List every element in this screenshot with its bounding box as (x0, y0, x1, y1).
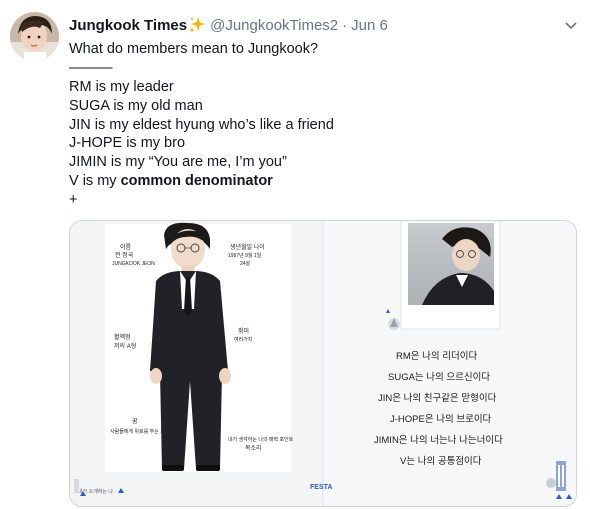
charm-value: 목소리 (245, 444, 262, 452)
display-name[interactable]: Jungkook Times (69, 17, 187, 34)
birthday-value: 1997년 9월 1일 (228, 252, 262, 259)
user-handle[interactable]: @JungkookTimes2 (210, 17, 338, 34)
tweet-line: SUGA is my old man (69, 97, 203, 114)
name-ko: 전 정국 (115, 251, 134, 259)
note-line: RM은 나의 리더이다 (396, 351, 477, 362)
tweet-line: + (69, 192, 78, 209)
name-en: JUNGKOOK JEON (112, 261, 155, 267)
tweet-line: JIN is my eldest hyung who’s like a frie… (69, 116, 334, 133)
polaroid-photo (400, 221, 501, 330)
note-line: SUGA는 나의 으르신이다 (388, 372, 490, 383)
tweet-line: V is my common denominator (69, 173, 273, 190)
festa-logo: FESTA (310, 484, 332, 491)
note-line: JIMIN은 나의 너는나 나는너이다 (374, 435, 503, 446)
tweet-date[interactable]: Jun 6 (351, 17, 388, 34)
tweet-text: What do members mean to Jungkook? ——— RM… (69, 40, 569, 210)
tweet-line: JIMIN is my “You are me, I’m you” (69, 154, 287, 171)
hobby-value: 여러가지 (234, 336, 252, 343)
note-line: JIN은 나의 친구같은 맏형이다 (378, 392, 497, 404)
bold-phrase: common denominator (120, 173, 273, 190)
hobby-label: 취미 (238, 327, 249, 335)
dream-value: 사람들에게 위로를 주는 가수 (110, 428, 170, 435)
blood-value: 저의 A형 (114, 342, 136, 350)
tweet-header: Jungkook Times @JungkookTimes2 · Jun 6 (69, 14, 580, 36)
avatar[interactable] (10, 12, 59, 61)
name-label: 이름 (120, 243, 132, 251)
left-page: 이름 전 정국 JUNGKOOK JEON 생년월일 나이 1997년 9월 1… (74, 222, 294, 496)
sparkles-icon (188, 16, 206, 34)
tweet-line: What do members mean to Jungkook? (69, 41, 319, 57)
blood-label: 혈액형 (114, 333, 131, 341)
more-options-caret-icon[interactable] (564, 18, 578, 30)
dream-label: 꿈 (132, 418, 138, 425)
note-line: J-HOPE은 나의 브로이다 (390, 414, 492, 425)
tweet-line: J-HOPE is my bro (69, 135, 186, 152)
birthday-label: 생년월일 나이 (230, 243, 265, 251)
note-line: V는 나의 공통점이다 (400, 455, 482, 467)
tweet[interactable]: Jungkook Times @JungkookTimes2 · Jun 6 W… (0, 0, 590, 509)
tweet-line: ——— (69, 59, 113, 76)
tweet-media-image[interactable]: 이름 전 정국 JUNGKOOK JEON 생년월일 나이 1997년 9월 1… (69, 220, 577, 507)
tweet-line: RM is my leader (69, 78, 174, 95)
separator-dot: · (342, 16, 348, 34)
charm-label: 내가 생각하는 나의 매력 포인트 (228, 436, 294, 443)
age-value: 24살 (240, 260, 251, 267)
avatar-image (10, 12, 59, 61)
